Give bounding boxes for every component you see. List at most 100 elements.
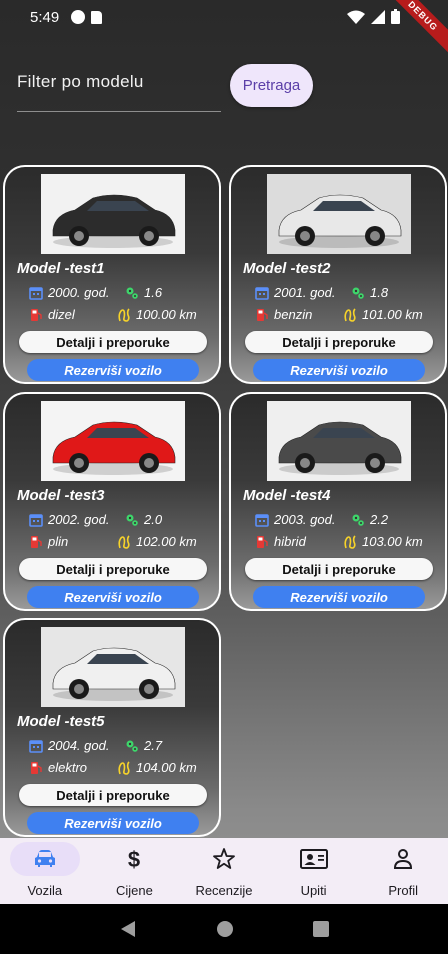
mileage-value: 103.00 km xyxy=(362,534,423,549)
car-card: Model -test5 2004. god. 2.7 elektro 104.… xyxy=(3,618,221,837)
car-card: Model -test1 2000. god. 1.6 dizel 100.00… xyxy=(3,165,221,384)
mileage-spec: 104.00 km xyxy=(117,760,197,775)
fuel-spec: dizel xyxy=(29,307,75,322)
car-card-body: Model -test5 2004. god. 2.7 elektro 104.… xyxy=(5,620,219,835)
details-button[interactable]: Detalji i preporuke xyxy=(245,331,433,353)
engine-spec: 2.2 xyxy=(351,512,388,527)
car-card: Model -test3 2002. god. 2.0 plin 102.00 … xyxy=(3,392,221,611)
fuel-pump-icon xyxy=(31,308,42,321)
nav-label: Profil xyxy=(388,883,418,898)
car-icon xyxy=(9,842,80,876)
year-spec: 2001. god. xyxy=(255,285,335,300)
details-button[interactable]: Detalji i preporuke xyxy=(19,784,207,806)
search-button[interactable]: Pretraga xyxy=(230,64,313,107)
home-icon[interactable] xyxy=(216,920,234,938)
fuel-value: elektro xyxy=(48,760,88,775)
car-card: Model -test4 2003. god. 2.2 hibrid 103.0… xyxy=(229,392,447,611)
engine-value: 2.0 xyxy=(144,512,163,527)
reserve-button[interactable]: Rezerviši vozilo xyxy=(253,586,425,608)
nav-label: Cijene xyxy=(115,883,153,898)
contact-card-icon xyxy=(279,842,349,876)
fuel-spec: plin xyxy=(29,534,68,549)
mileage-spec: 102.00 km xyxy=(117,534,197,549)
reserve-button[interactable]: Rezerviši vozilo xyxy=(27,812,199,834)
model-title: Model -test1 xyxy=(17,260,105,277)
details-button[interactable]: Detalji i preporuke xyxy=(245,558,433,580)
filter-input[interactable]: Filter po modelu xyxy=(17,60,221,112)
year-value: 2002. god. xyxy=(48,512,110,527)
engine-spec: 1.8 xyxy=(351,285,388,300)
wifi-icon xyxy=(347,10,365,24)
nav-item-profil[interactable]: Profil xyxy=(358,838,448,904)
gears-icon xyxy=(352,287,364,299)
status-time: 5:49 xyxy=(30,8,60,26)
fuel-pump-icon xyxy=(31,535,42,548)
recents-icon[interactable] xyxy=(312,921,329,937)
engine-value: 1.8 xyxy=(370,285,389,300)
details-button[interactable]: Detalji i preporuke xyxy=(19,558,207,580)
filter-label: Filter po modelu xyxy=(17,72,144,91)
year-value: 2001. god. xyxy=(274,285,336,300)
nav-item-cijene[interactable]: $ Cijene xyxy=(90,838,180,904)
reserve-button[interactable]: Rezerviši vozilo xyxy=(253,359,425,381)
mileage-value: 100.00 km xyxy=(136,307,197,322)
fuel-value: plin xyxy=(48,534,69,549)
calendar-icon xyxy=(255,286,269,300)
nav-label: Upiti xyxy=(300,883,327,898)
model-title: Model -test5 xyxy=(17,713,105,730)
engine-spec: 1.6 xyxy=(125,285,162,300)
mileage-spec: 103.00 km xyxy=(343,534,423,549)
car-photo xyxy=(52,421,176,475)
car-card-body: Model -test2 2001. god. 1.8 benzin 101.0… xyxy=(231,167,445,382)
road-icon xyxy=(118,307,130,322)
year-value: 2004. god. xyxy=(48,738,110,753)
year-spec: 2002. god. xyxy=(29,512,109,527)
fuel-spec: benzin xyxy=(255,307,312,322)
svg-text:$: $ xyxy=(128,847,140,871)
mileage-value: 101.00 km xyxy=(362,307,423,322)
gears-icon xyxy=(352,514,364,526)
engine-spec: 2.7 xyxy=(125,738,162,753)
car-image xyxy=(41,627,185,707)
fuel-spec: hibrid xyxy=(255,534,306,549)
car-card: Model -test2 2001. god. 1.8 benzin 101.0… xyxy=(229,165,447,384)
year-spec: 2000. god. xyxy=(29,285,109,300)
sd-card-icon xyxy=(91,10,103,24)
calendar-icon xyxy=(255,513,269,527)
fuel-pump-icon xyxy=(257,535,268,548)
year-value: 2003. god. xyxy=(274,512,336,527)
fuel-spec: elektro xyxy=(29,760,87,775)
gears-icon xyxy=(126,740,138,752)
mileage-spec: 101.00 km xyxy=(343,307,423,322)
details-button[interactable]: Detalji i preporuke xyxy=(19,331,207,353)
fuel-value: benzin xyxy=(274,307,313,322)
engine-value: 2.7 xyxy=(144,738,163,753)
nav-item-vozila[interactable]: Vozila xyxy=(0,838,90,904)
mileage-value: 102.00 km xyxy=(136,534,197,549)
car-card-body: Model -test3 2002. god. 2.0 plin 102.00 … xyxy=(5,394,219,609)
star-icon xyxy=(189,842,259,876)
nav-label: Vozila xyxy=(27,883,63,898)
car-photo xyxy=(52,194,176,248)
road-icon xyxy=(118,534,130,549)
signal-icon xyxy=(371,9,385,24)
car-image xyxy=(41,401,185,481)
nav-item-recenzije[interactable]: Recenzije xyxy=(179,838,269,904)
fuel-value: hibrid xyxy=(274,534,306,549)
model-title: Model -test2 xyxy=(243,260,331,277)
person-icon xyxy=(368,842,438,876)
reserve-button[interactable]: Rezerviši vozilo xyxy=(27,359,199,381)
road-icon xyxy=(344,534,356,549)
dollar-icon: $ xyxy=(99,842,169,876)
car-image xyxy=(267,174,411,254)
back-icon[interactable] xyxy=(119,920,137,938)
car-card-body: Model -test4 2003. god. 2.2 hibrid 103.0… xyxy=(231,394,445,609)
car-photo xyxy=(278,194,402,248)
road-icon xyxy=(118,760,130,775)
nav-item-upiti[interactable]: Upiti xyxy=(269,838,359,904)
calendar-icon xyxy=(29,286,43,300)
model-title: Model -test3 xyxy=(17,487,105,504)
mileage-value: 104.00 km xyxy=(136,760,197,775)
car-image xyxy=(41,174,185,254)
reserve-button[interactable]: Rezerviši vozilo xyxy=(27,586,199,608)
